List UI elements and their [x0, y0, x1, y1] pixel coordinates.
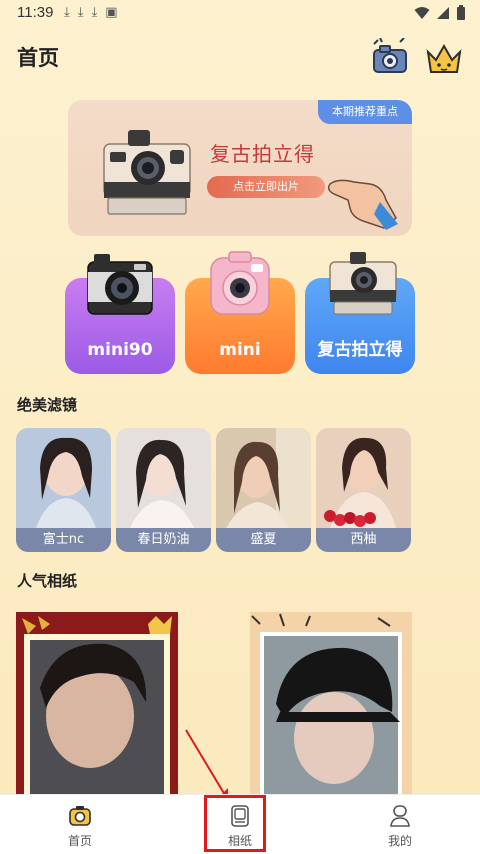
- annotation-highlight-box: [204, 795, 266, 852]
- download-icon: ⤓: [91, 5, 98, 20]
- photo-paper-preview-image: [250, 612, 412, 802]
- nav-tab-profile[interactable]: 我的: [350, 795, 450, 854]
- photo-paper-card[interactable]: [16, 612, 178, 802]
- filter-preview-image: [116, 428, 211, 528]
- camera-card-label: mini90: [87, 340, 153, 360]
- filters-section-title: 绝美滤镜: [17, 396, 78, 414]
- papers-section-title: 人气相纸: [17, 572, 78, 590]
- banner-title: 复古拍立得: [210, 142, 315, 166]
- filter-preview-image: [316, 428, 411, 528]
- pointing-hand-icon: [327, 179, 398, 230]
- camera-card-label: 复古拍立得: [317, 340, 403, 360]
- filter-label: 富士nc: [16, 528, 111, 552]
- nav-tab-home[interactable]: 首页: [30, 795, 130, 854]
- filter-label: 盛夏: [216, 528, 311, 552]
- banner-tag: 本期推荐重点: [318, 100, 412, 124]
- banner-shoot-button[interactable]: 点击立即出片: [207, 176, 325, 198]
- nav-tab-label: 我的: [387, 834, 412, 848]
- filter-card-spring-cream[interactable]: 春日奶油: [116, 428, 211, 552]
- profile-icon: [390, 805, 410, 827]
- filter-card-grapefruit[interactable]: 西柚: [316, 428, 411, 552]
- wifi-icon: [414, 7, 430, 19]
- camera-card-label: mini: [219, 340, 261, 360]
- camera-sticker-icon[interactable]: [370, 37, 410, 78]
- crown-sticker-icon[interactable]: [424, 38, 464, 78]
- retro-instant-camera-image: [103, 130, 191, 215]
- retro-instant-camera-small-image: [329, 252, 397, 315]
- filter-card-midsummer[interactable]: 盛夏: [216, 428, 311, 552]
- photo-paper-preview-image: [16, 612, 178, 802]
- filter-label: 春日奶油: [116, 528, 211, 552]
- app-notification-icon: ▣: [105, 5, 118, 20]
- notification-icons: ⤓ ⤓ ⤓ ▣: [64, 6, 118, 20]
- battery-icon: [457, 5, 465, 20]
- nav-tab-label: 首页: [67, 834, 92, 848]
- filter-label: 西柚: [316, 528, 411, 552]
- filter-preview-image: [216, 428, 311, 528]
- featured-banner[interactable]: 本期推荐重点 复古拍立得 点击立即出片: [68, 100, 412, 236]
- signal-icon: [437, 7, 449, 19]
- filter-preview-image: [16, 428, 111, 528]
- system-icons: [414, 5, 466, 21]
- status-bar: 11:39 ⤓ ⤓ ⤓ ▣: [0, 0, 480, 28]
- camera-icon: [69, 806, 91, 826]
- page-title: 首页: [17, 46, 59, 70]
- status-time: 11:39: [17, 4, 54, 21]
- filter-card-fuji-nc[interactable]: 富士nc: [16, 428, 111, 552]
- download-icon: ⤓: [77, 5, 84, 20]
- photo-paper-card[interactable]: [250, 612, 412, 802]
- download-icon: ⤓: [64, 5, 70, 20]
- mini90-camera-image: [87, 254, 153, 315]
- mini-camera-image: [210, 251, 270, 315]
